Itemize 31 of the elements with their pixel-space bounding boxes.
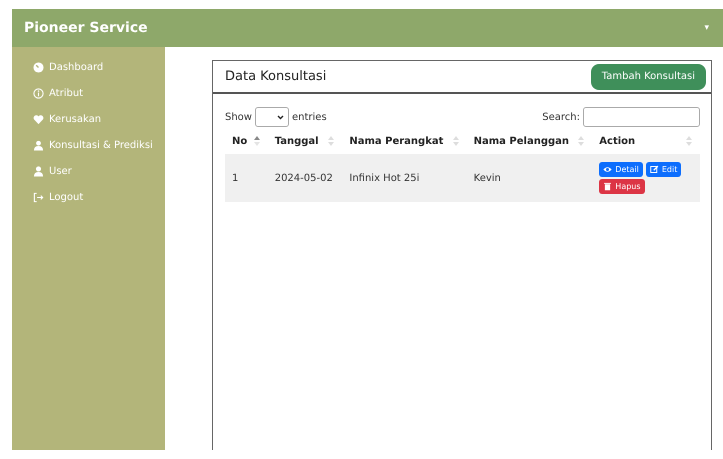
- eye-icon: [603, 165, 612, 174]
- detail-button[interactable]: Detail: [599, 162, 643, 177]
- chevron-down-icon: [276, 114, 284, 120]
- table-cell: 2024-05-02: [268, 154, 342, 202]
- heart-icon: [33, 114, 44, 125]
- search-field[interactable]: [583, 107, 700, 127]
- table-cell: Kevin: [466, 154, 592, 202]
- trash-icon: [603, 182, 612, 191]
- gauge-icon: [33, 62, 44, 73]
- app-title: Pioneer Service: [24, 20, 148, 36]
- info-icon: [33, 88, 44, 99]
- entries-label: entries: [292, 112, 327, 122]
- column-header[interactable]: Nama Pelanggan: [466, 128, 592, 154]
- show-label: Show: [225, 112, 252, 122]
- logout-icon: [33, 192, 44, 203]
- delete-button[interactable]: Hapus: [599, 179, 645, 194]
- search-label: Search:: [542, 112, 580, 122]
- user-icon: [33, 166, 44, 177]
- column-header[interactable]: No: [225, 128, 268, 154]
- column-header[interactable]: Action: [592, 128, 700, 154]
- card-title: Data Konsultasi: [225, 69, 326, 84]
- dropdown-toggle[interactable]: ▾: [704, 23, 709, 33]
- edit-button[interactable]: Edit: [646, 162, 682, 177]
- column-header[interactable]: Nama Perangkat: [342, 128, 467, 154]
- entries-dropdown[interactable]: [254, 107, 289, 127]
- add-button[interactable]: Tambah Konsultasi: [590, 64, 706, 90]
- table-cell: Infinix Hot 25i: [342, 154, 467, 202]
- table-cell: 1: [225, 154, 268, 202]
- pencil-icon: [650, 165, 659, 174]
- user-icon: [33, 140, 44, 151]
- column-header[interactable]: Tanggal: [268, 128, 342, 154]
